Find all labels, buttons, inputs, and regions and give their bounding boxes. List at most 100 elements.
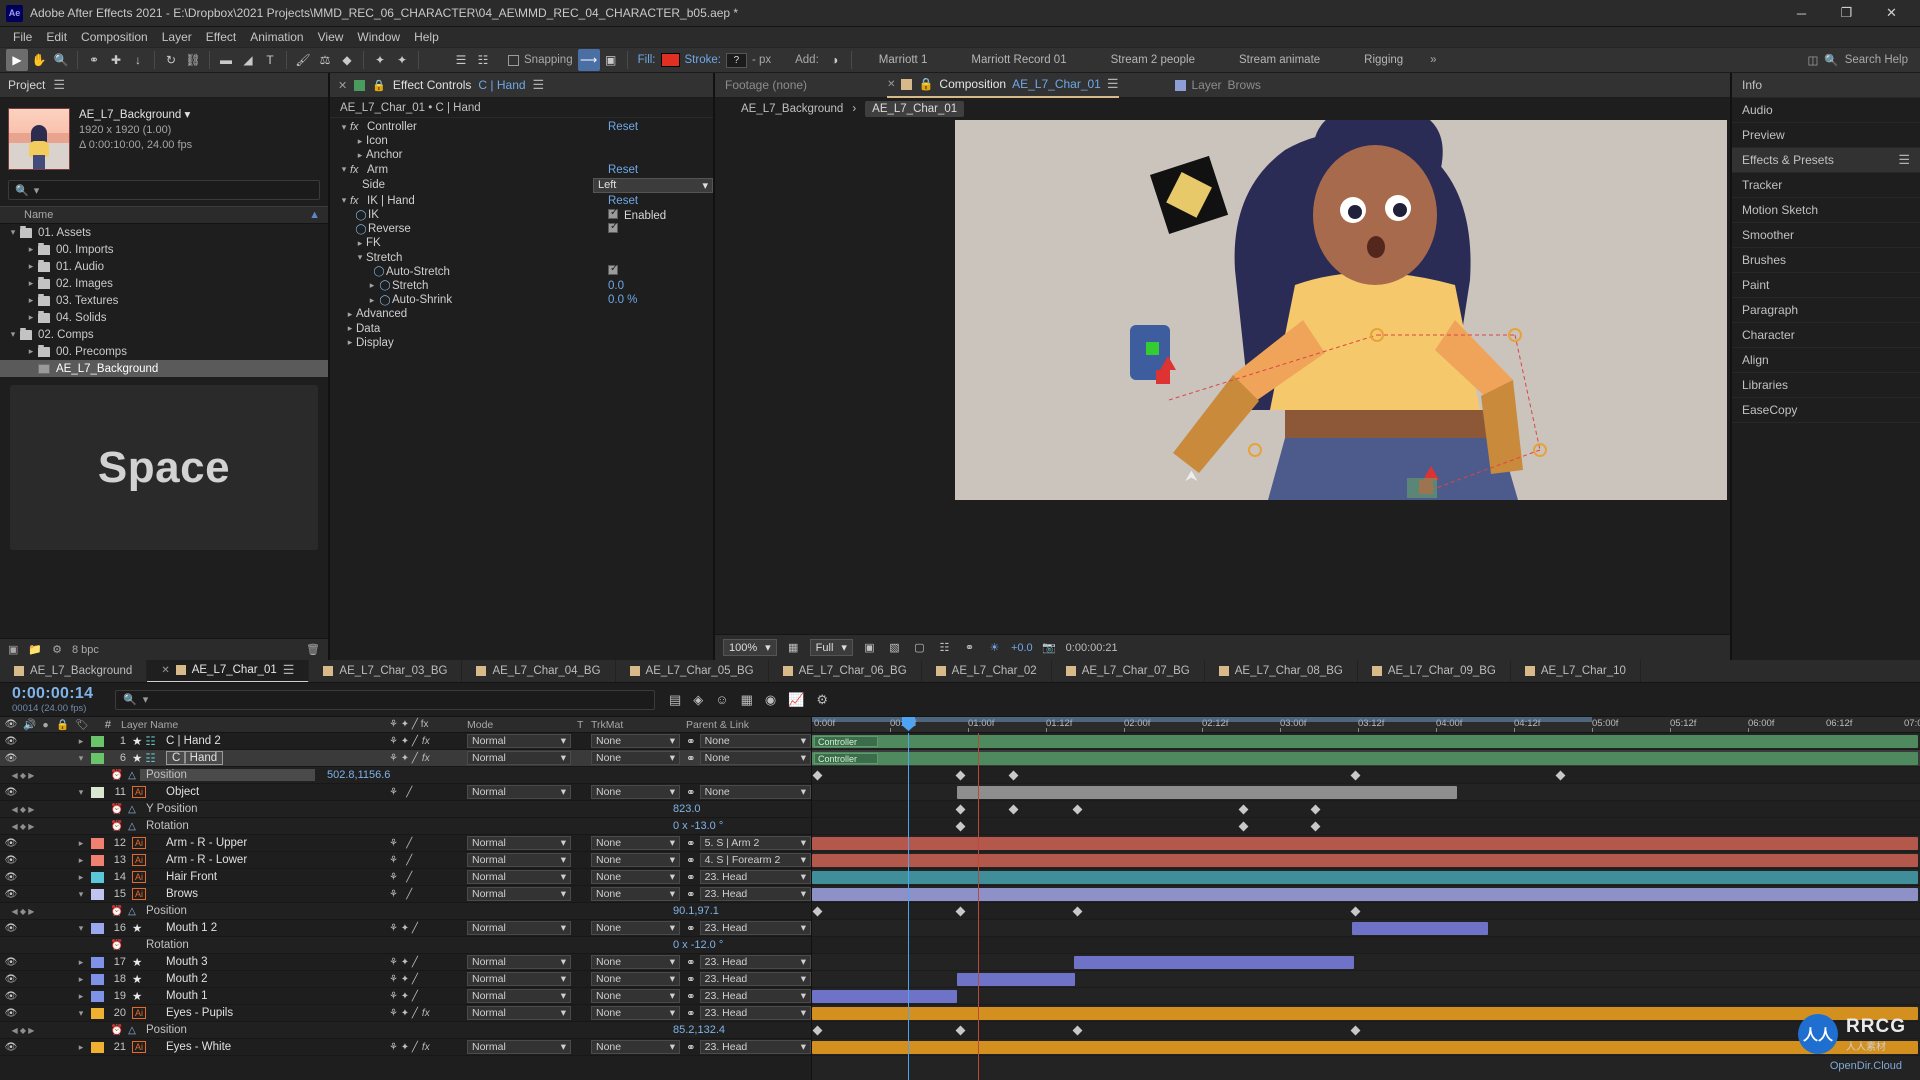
stopwatch-icon[interactable]: ◯: [378, 280, 392, 291]
brainstorm-icon[interactable]: ⚙: [816, 692, 828, 708]
parent-dropdown[interactable]: ⚭ 23. Head ▾: [686, 921, 811, 935]
graph-icon[interactable]: △: [124, 770, 140, 781]
blend-mode-dropdown[interactable]: Normal ▾: [467, 921, 577, 935]
stopwatch-icon[interactable]: ⏰: [110, 1025, 124, 1036]
layer-switches[interactable]: ⚘ ✦ ╱ fx: [389, 753, 467, 764]
composition-canvas[interactable]: [955, 120, 1727, 500]
parent-dropdown[interactable]: ⚭ 23. Head ▾: [686, 870, 811, 884]
snapshot-icon[interactable]: 📷: [1041, 639, 1058, 656]
panel-tab-tracker[interactable]: Tracker: [1732, 173, 1920, 198]
menu-item-help[interactable]: Help: [407, 27, 446, 47]
panel-tab-effects-presets[interactable]: Effects & Presets ☰: [1732, 148, 1920, 173]
workspace-rigging[interactable]: Rigging: [1342, 54, 1425, 66]
region-of-interest-icon[interactable]: ▣: [861, 639, 878, 656]
disclosure-icon[interactable]: ▸: [71, 957, 91, 968]
camera-tool[interactable]: ↓: [127, 49, 149, 71]
timeline-tab-ae-l7-char-08-bg[interactable]: AE_L7_Char_08_BG: [1205, 660, 1358, 682]
workspace-layout-icon[interactable]: ◫: [1808, 53, 1819, 67]
timeline-tab-ae-l7-char-01[interactable]: ✕ AE_L7_Char_01 ☰: [147, 660, 310, 682]
effect-row-data[interactable]: ▸ Data: [330, 321, 713, 335]
new-comp-icon[interactable]: ▣: [8, 643, 18, 656]
property-value[interactable]: 502.8,1156.6: [315, 769, 465, 781]
layer-switches[interactable]: ⚘ ✦ ╱ fx: [389, 736, 467, 747]
add-menu-icon[interactable]: ◑: [824, 49, 846, 71]
trkmat-dropdown[interactable]: None ▾: [591, 972, 686, 986]
menu-item-composition[interactable]: Composition: [74, 27, 155, 47]
eraser-tool[interactable]: ◆: [336, 49, 358, 71]
layer-switches[interactable]: ⚘ ╱: [389, 872, 467, 883]
disclosure-icon[interactable]: ▾: [71, 923, 91, 934]
panel-tab-paragraph[interactable]: Paragraph: [1732, 298, 1920, 323]
distribute-icon[interactable]: ☷: [472, 49, 494, 71]
table-row[interactable]: 👁 ▸ 19 ★ Mouth 1 ⚘ ✦ ╱ Normal ▾ None ▾ ⚭ 23…: [0, 988, 811, 1005]
controller-bar-label[interactable]: Controller: [814, 753, 878, 764]
track-lanes[interactable]: Controller Controller: [812, 717, 1920, 1080]
table-row[interactable]: 👁 ▸ 17 ★ Mouth 3 ⚘ ✦ ╱ Normal ▾ None ▾ ⚭ 23…: [0, 954, 811, 971]
close-icon[interactable]: ✕: [161, 665, 169, 676]
side-dropdown[interactable]: Left ▾: [593, 177, 713, 193]
trkmat-dropdown[interactable]: None ▾: [591, 734, 686, 748]
close-icon[interactable]: ✕: [338, 79, 347, 92]
disclosure-icon[interactable]: ▾: [71, 787, 91, 798]
timeline-tab-ae-l7-char-04-bg[interactable]: AE_L7_Char_04_BG: [462, 660, 616, 682]
keyframe-nav[interactable]: ◀ ◆ ▶: [0, 771, 46, 780]
composition-mini-flowchart-icon[interactable]: ▤: [669, 692, 681, 708]
blend-mode-dropdown[interactable]: Normal ▾: [467, 989, 577, 1003]
trkmat-dropdown[interactable]: None ▾: [591, 785, 686, 799]
graph-icon[interactable]: △: [124, 804, 140, 815]
panel-tab-smoother[interactable]: Smoother: [1732, 223, 1920, 248]
table-row[interactable]: 👁 ▸ 18 ★ Mouth 2 ⚘ ✦ ╱ Normal ▾ None ▾ ⚭ 23…: [0, 971, 811, 988]
stretch-value[interactable]: 0.0: [608, 280, 713, 292]
trkmat-dropdown[interactable]: None ▾: [591, 887, 686, 901]
menu-item-window[interactable]: Window: [350, 27, 407, 47]
blend-mode-dropdown[interactable]: Normal ▾: [467, 853, 577, 867]
snap-arrow-icon[interactable]: ⟶: [577, 49, 600, 71]
property-row[interactable]: ◀ ◆ ▶ ⏰ △ Position 85.2,132.4: [0, 1022, 811, 1039]
menu-item-animation[interactable]: Animation: [243, 27, 310, 47]
video-toggle[interactable]: 👁: [0, 991, 22, 1002]
stopwatch-icon[interactable]: ◯: [354, 210, 368, 221]
effect-row-anchor[interactable]: ▸ Anchor: [330, 148, 713, 162]
disclosure-icon[interactable]: ▸: [71, 974, 91, 985]
workspace-overflow-icon[interactable]: »: [1425, 54, 1441, 66]
graph-icon[interactable]: △: [124, 1025, 140, 1036]
property-row[interactable]: ◀ ◆ ▶ ⏰ △ Rotation 0 x -13.0 °: [0, 818, 811, 835]
clone-stamp-tool[interactable]: ⚖: [314, 49, 336, 71]
trkmat-dropdown[interactable]: None ▾: [591, 1040, 686, 1054]
workspace-marriott-record-01[interactable]: Marriott Record 01: [949, 54, 1088, 66]
effect-row-fk[interactable]: ▸ FK: [330, 236, 713, 250]
property-value[interactable]: 0 x -12.0 °: [661, 939, 811, 951]
project-item-name[interactable]: AE_L7_Background ▾: [79, 108, 192, 123]
tab-effect-controls[interactable]: Effect Controls: [393, 78, 471, 92]
current-time-display[interactable]: 0:00:00:14 00014 (24.00 fps): [0, 685, 115, 714]
timeline-tab-ae-l7-char-05-bg[interactable]: AE_L7_Char_05_BG: [616, 660, 769, 682]
selection-tool[interactable]: ▶: [6, 49, 28, 71]
timeline-tab-ae-l7-background[interactable]: AE_L7_Background: [0, 660, 148, 682]
snapping-checkbox[interactable]: [508, 54, 519, 66]
trkmat-dropdown[interactable]: None ▾: [591, 1006, 686, 1020]
zoom-level-dropdown[interactable]: 100% ▾: [723, 639, 777, 656]
project-tree-item-00-imports[interactable]: ▸ 00. Imports: [0, 241, 328, 258]
puppet-pin-tool[interactable]: ✦: [391, 49, 413, 71]
zoom-tool[interactable]: 🔍: [50, 49, 72, 71]
video-toggle[interactable]: 👁: [0, 838, 22, 849]
project-tree-item-01-audio[interactable]: ▸ 01. Audio: [0, 258, 328, 275]
trkmat-dropdown[interactable]: None ▾: [591, 870, 686, 884]
property-value[interactable]: 823.0: [661, 803, 811, 815]
pen-tool[interactable]: ◢: [237, 49, 259, 71]
tab-layer[interactable]: Layer Brows: [1174, 78, 1261, 92]
keyframe-nav[interactable]: ◀ ◆ ▶: [0, 907, 46, 916]
effect-row-stretch[interactable]: ▸ ◯ Stretch 0.0: [330, 279, 713, 293]
brush-tool[interactable]: 🖌: [292, 49, 314, 71]
timeline-tab-ae-l7-char-03-bg[interactable]: AE_L7_Char_03_BG: [309, 660, 463, 682]
project-tree-item-03-textures[interactable]: ▸ 03. Textures: [0, 292, 328, 309]
layer-duration-bar[interactable]: [1352, 922, 1488, 935]
video-toggle[interactable]: 👁: [0, 855, 22, 866]
close-button[interactable]: ✕: [1869, 0, 1914, 27]
effect-row-controller[interactable]: ▾ fx Controller Reset: [330, 120, 713, 134]
disclosure-icon[interactable]: ▸: [71, 736, 91, 747]
video-toggle[interactable]: 👁: [0, 872, 22, 883]
blend-mode-dropdown[interactable]: Normal ▾: [467, 785, 577, 799]
viewer-timecode[interactable]: 0:00:00:21: [1066, 642, 1118, 654]
effect-row-arm[interactable]: ▾ fx Arm Reset: [330, 163, 713, 177]
